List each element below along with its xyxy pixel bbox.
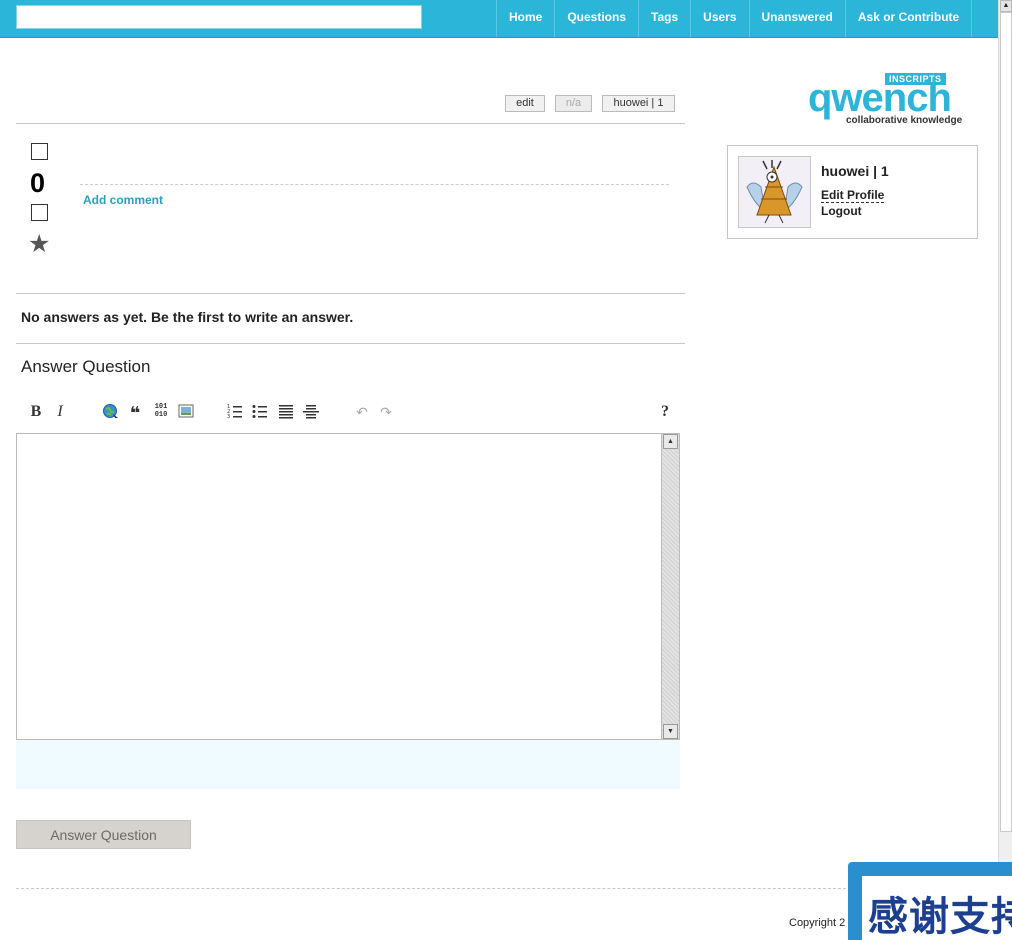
top-navigation-bar: Home Questions Tags Users Unanswered Ask… [0, 0, 998, 38]
answer-textarea[interactable] [17, 434, 659, 739]
comment-divider [80, 184, 669, 185]
edit-profile-link[interactable]: Edit Profile [821, 188, 885, 203]
logo-tagline: collaborative knowledge [846, 115, 963, 126]
user-card: huowei | 1 Edit Profile Logout [727, 145, 978, 239]
bold-icon[interactable]: B [28, 403, 44, 421]
editor-scroll-down-icon[interactable]: ▼ [663, 724, 678, 739]
favorite-star-icon[interactable]: ★ [28, 229, 50, 259]
na-button: n/a [555, 95, 592, 112]
italic-icon[interactable]: I [53, 403, 67, 421]
footer-divider [16, 888, 856, 889]
answer-question-button[interactable]: Answer Question [16, 820, 191, 849]
avatar-image [739, 157, 810, 227]
search-input[interactable] [16, 5, 422, 29]
scrollbar-thumb[interactable] [1000, 12, 1012, 832]
nav-ask-or-contribute[interactable]: Ask or Contribute [844, 0, 973, 37]
nav-questions[interactable]: Questions [554, 0, 638, 37]
page-scrollbar[interactable]: ▲ [998, 0, 1012, 940]
no-answers-message: No answers as yet. Be the first to write… [21, 309, 354, 325]
question-owner-button[interactable]: huowei | 1 [602, 95, 675, 112]
edit-question-button[interactable]: edit [505, 95, 545, 112]
hyperlink-icon[interactable] [102, 403, 120, 421]
vote-count: 0 [30, 168, 46, 198]
nav-users[interactable]: Users [690, 0, 748, 37]
horizontal-rule-icon[interactable] [303, 403, 319, 421]
help-icon[interactable]: ? [657, 403, 673, 421]
code-sample-icon[interactable]: 101 010 [152, 403, 170, 421]
numbered-list-icon[interactable]: 123 [227, 403, 243, 421]
qwench-logo[interactable]: qwench INSCRIPTS collaborative knowledge [806, 70, 966, 130]
editor-scroll-up-icon[interactable]: ▲ [663, 434, 678, 449]
logout-link[interactable]: Logout [821, 204, 862, 218]
scroll-up-arrow-icon[interactable]: ▲ [1000, 0, 1012, 12]
nav-tags[interactable]: Tags [638, 0, 690, 37]
copyright-text: Copyright 2 [789, 917, 846, 929]
avatar[interactable] [738, 156, 811, 228]
image-icon[interactable] [178, 403, 194, 421]
bulleted-list-icon[interactable] [252, 403, 268, 421]
nav-home[interactable]: Home [496, 0, 554, 37]
user-name: huowei | 1 [821, 163, 889, 179]
heading-icon[interactable] [278, 403, 294, 421]
blockquote-icon[interactable]: ❝ [127, 403, 143, 423]
main-nav: Home Questions Tags Users Unanswered Ask… [496, 0, 973, 37]
answer-preview [16, 740, 680, 789]
vote-down-icon[interactable] [31, 204, 48, 221]
nav-unanswered[interactable]: Unanswered [748, 0, 845, 37]
divider [16, 343, 685, 344]
vote-up-icon[interactable] [31, 143, 48, 160]
answer-form-heading: Answer Question [21, 357, 151, 376]
divider [16, 123, 685, 124]
svg-text:3: 3 [227, 414, 230, 419]
undo-icon[interactable]: ↶ [354, 403, 370, 421]
overlay-text: 感谢支持 [868, 895, 1012, 939]
answer-editor: ▲ ▼ [16, 433, 680, 740]
editor-scrollbar[interactable]: ▲ ▼ [661, 434, 679, 739]
redo-icon[interactable]: ↷ [378, 403, 394, 421]
promo-overlay[interactable]: 感谢支持 [848, 862, 1012, 940]
divider [16, 293, 685, 294]
logo-badge: INSCRIPTS [885, 73, 946, 85]
add-comment-link[interactable]: Add comment [83, 193, 163, 207]
